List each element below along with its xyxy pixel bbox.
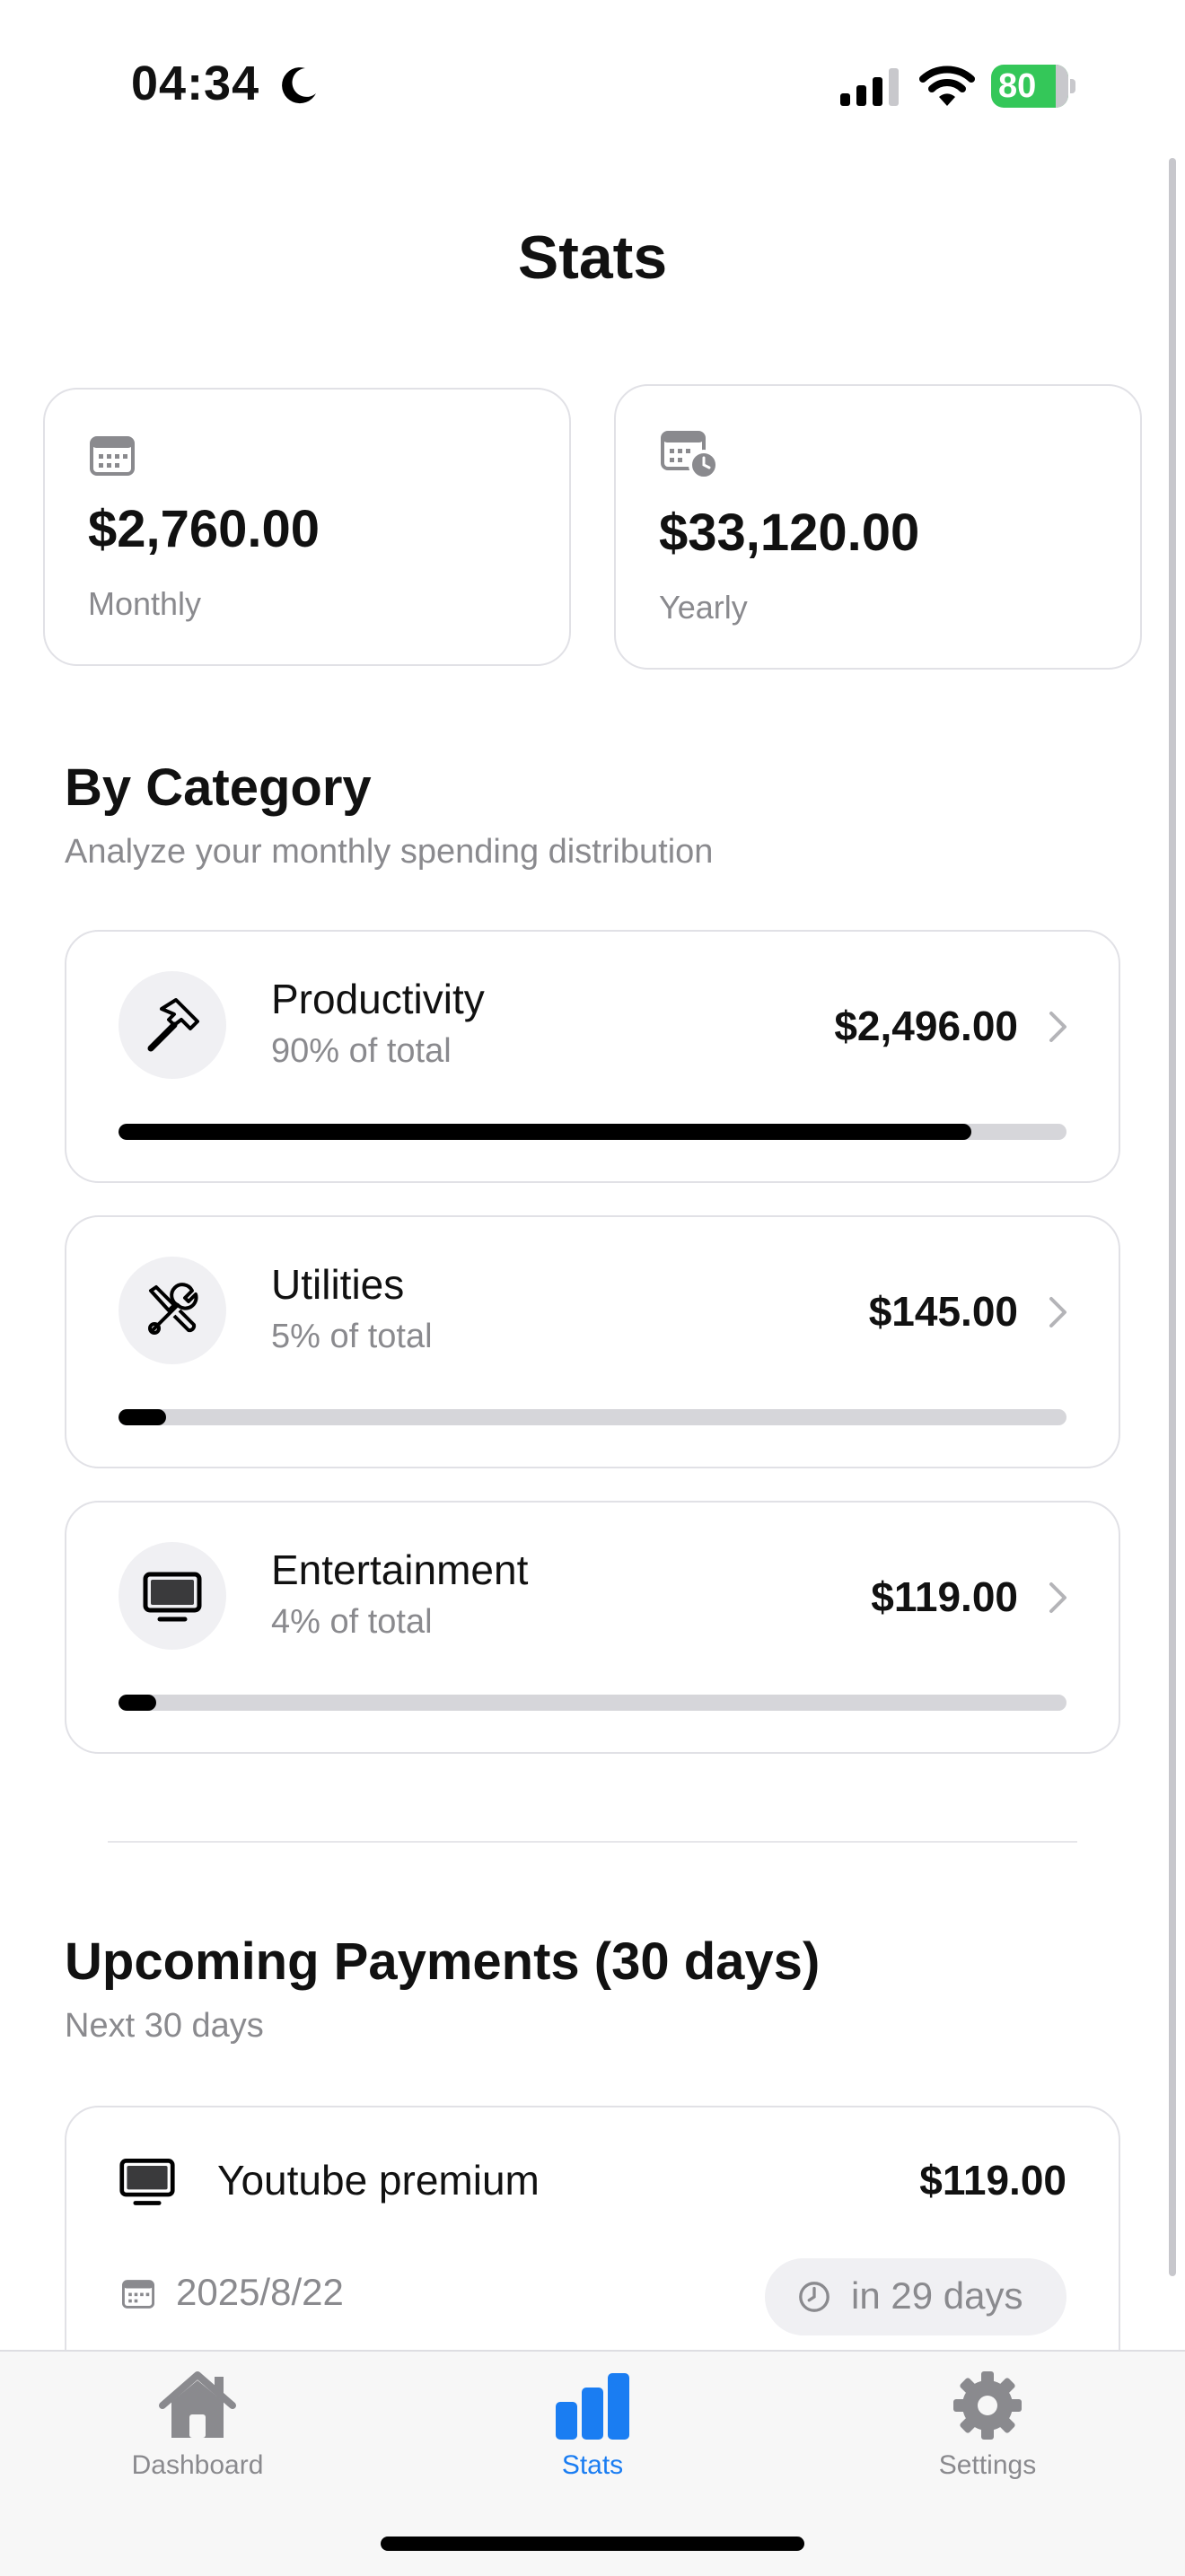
category-progress-fill <box>118 1409 166 1425</box>
category-percent: 5% of total <box>271 1318 433 1355</box>
upcoming-subtitle: Next 30 days <box>65 2007 264 2045</box>
tv-icon <box>119 2159 175 2205</box>
payment-due-badge: in 29 days <box>765 2258 1066 2335</box>
monthly-amount: $2,760.00 <box>88 500 320 558</box>
category-percent: 90% of total <box>271 1032 452 1070</box>
battery-level: 80 <box>998 67 1037 105</box>
payment-date: 2025/8/22 <box>176 2271 344 2313</box>
calendar-clock-icon <box>661 431 719 480</box>
category-progress-fill <box>118 1124 972 1140</box>
gear-icon <box>953 2371 1022 2440</box>
category-amount: $145.00 <box>868 1288 1018 1335</box>
category-percent: 4% of total <box>271 1603 433 1641</box>
chart-bar-icon <box>556 2373 629 2440</box>
category-card-utilities[interactable]: Utilities 5% of total $145.00 <box>65 1215 1120 1468</box>
category-icon-container <box>118 1542 226 1650</box>
by-category-title: By Category <box>65 758 372 817</box>
category-progress-bar <box>118 1409 1066 1425</box>
tv-icon <box>143 1572 202 1622</box>
clock-icon <box>799 2282 830 2312</box>
calendar-icon <box>122 2280 154 2309</box>
hammer-icon <box>147 998 199 1052</box>
payment-due-text: in 29 days <box>851 2274 1023 2317</box>
category-name: Entertainment <box>271 1546 529 1593</box>
payment-name: Youtube premium <box>217 2157 540 2204</box>
status-time: 04:34 <box>131 57 260 110</box>
monthly-label: Monthly <box>88 585 202 622</box>
category-amount: $2,496.00 <box>834 1003 1018 1049</box>
category-icon-container <box>118 1257 226 1364</box>
chevron-right-icon <box>1049 1582 1066 1613</box>
category-name: Productivity <box>271 976 485 1022</box>
yearly-amount: $33,120.00 <box>659 504 920 562</box>
monthly-summary-card: $2,760.00 Monthly <box>43 388 571 666</box>
tools-icon <box>148 1283 198 1335</box>
battery-indicator: 80 <box>991 65 1077 108</box>
category-progress-bar <box>118 1124 1066 1140</box>
tab-settings[interactable]: Settings <box>880 2370 1095 2481</box>
scrollbar[interactable] <box>1169 158 1176 2276</box>
category-amount: $119.00 <box>871 1573 1018 1620</box>
house-icon <box>159 2371 236 2438</box>
by-category-subtitle: Analyze your monthly spending distributi… <box>65 833 714 871</box>
chevron-right-icon <box>1049 1297 1066 1327</box>
payment-amount: $119.00 <box>919 2157 1066 2204</box>
tab-label: Settings <box>938 2450 1037 2480</box>
category-card-entertainment[interactable]: Entertainment 4% of total $119.00 <box>65 1501 1120 1754</box>
tab-stats[interactable]: Stats <box>485 2370 700 2481</box>
category-name: Utilities <box>271 1261 405 1308</box>
calendar-icon <box>90 436 135 476</box>
home-indicator <box>381 2537 804 2551</box>
section-divider <box>108 1841 1077 1843</box>
category-card-productivity[interactable]: Productivity 90% of total $2,496.00 <box>65 930 1120 1183</box>
category-icon-container <box>118 971 226 1079</box>
moon-icon <box>282 67 316 104</box>
tab-dashboard[interactable]: Dashboard <box>90 2370 305 2481</box>
cellular-signal-icon <box>840 68 899 106</box>
yearly-summary-card: $33,120.00 Yearly <box>614 384 1142 670</box>
wifi-icon <box>919 66 975 106</box>
chevron-right-icon <box>1049 1012 1066 1042</box>
category-progress-fill <box>118 1695 157 1711</box>
yearly-label: Yearly <box>659 589 748 626</box>
category-progress-bar <box>118 1695 1066 1711</box>
tab-label: Stats <box>561 2450 624 2480</box>
upcoming-title: Upcoming Payments (30 days) <box>65 1932 821 1991</box>
page-title: Stats <box>517 223 668 292</box>
tab-label: Dashboard <box>131 2450 264 2480</box>
